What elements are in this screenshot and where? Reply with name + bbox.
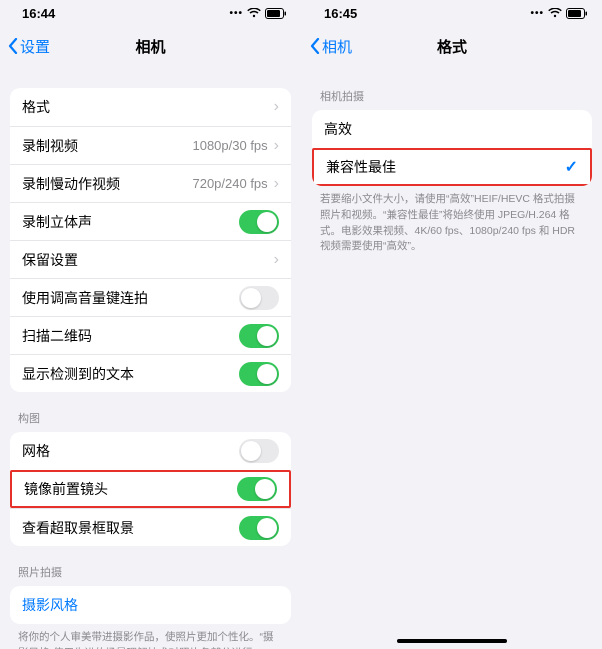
camera-settings-screen: 16:44 ••• 设置 相机 格式 › 录制视频 1080p/30 fps ›… <box>0 0 301 649</box>
option-most-compatible[interactable]: 兼容性最佳 ✓ <box>312 148 592 186</box>
row-view-outside-frame: 查看超取景框取景 <box>10 508 291 546</box>
row-label: 格式 <box>22 97 274 117</box>
chevron-right-icon: › <box>274 252 279 268</box>
settings-group-capture: 摄影风格 <box>10 586 291 624</box>
back-button[interactable]: 相机 <box>310 36 352 57</box>
row-record-video[interactable]: 录制视频 1080p/30 fps › <box>10 126 291 164</box>
format-options-group: 高效 兼容性最佳 ✓ <box>312 110 592 186</box>
row-label: 网格 <box>22 441 239 461</box>
row-scan-qr: 扫描二维码 <box>10 316 291 354</box>
row-label: 录制立体声 <box>22 212 239 232</box>
chevron-left-icon <box>310 38 320 54</box>
row-grid: 网格 <box>10 432 291 470</box>
row-label: 镜像前置镜头 <box>24 479 237 499</box>
row-label: 显示检测到的文本 <box>22 364 239 384</box>
row-label: 使用调高音量键连拍 <box>22 288 239 308</box>
status-bar: 16:45 ••• <box>302 0 602 26</box>
toggle-mirror-front[interactable] <box>237 477 277 501</box>
status-time: 16:45 <box>324 6 357 21</box>
section-header-capture: 照片拍摄 <box>10 546 291 584</box>
settings-group-1: 格式 › 录制视频 1080p/30 fps › 录制慢动作视频 720p/24… <box>10 88 291 392</box>
nav-bar: 设置 相机 <box>0 26 301 66</box>
toggle-stereo[interactable] <box>239 210 279 234</box>
back-label: 设置 <box>20 36 50 57</box>
toggle-detect-text[interactable] <box>239 362 279 386</box>
nav-bar: 相机 格式 <box>302 26 602 66</box>
back-label: 相机 <box>322 36 352 57</box>
cellular-icon: ••• <box>530 8 544 19</box>
row-value: 1080p/30 fps <box>192 138 267 153</box>
wifi-icon <box>548 8 562 18</box>
section-header-composition: 构图 <box>10 392 291 430</box>
row-stereo: 录制立体声 <box>10 202 291 240</box>
cellular-icon: ••• <box>229 8 243 19</box>
option-high-efficiency[interactable]: 高效 <box>312 110 592 148</box>
chevron-right-icon: › <box>274 99 279 115</box>
status-right: ••• <box>530 8 588 19</box>
row-label: 查看超取景框取景 <box>22 518 239 538</box>
status-bar: 16:44 ••• <box>0 0 301 26</box>
chevron-right-icon: › <box>274 138 279 154</box>
checkmark-icon: ✓ <box>565 157 578 177</box>
row-label: 录制视频 <box>22 136 192 156</box>
toggle-grid[interactable] <box>239 439 279 463</box>
toggle-scan-qr[interactable] <box>239 324 279 348</box>
battery-icon <box>265 8 287 19</box>
formats-screen: 16:45 ••• 相机 格式 相机拍摄 高效 兼容性最佳 ✓ 若要缩小文件大小… <box>301 0 602 649</box>
row-value: 720p/240 fps <box>192 176 267 191</box>
status-right: ••• <box>229 8 287 19</box>
row-preserve-settings[interactable]: 保留设置 › <box>10 240 291 278</box>
row-label: 保留设置 <box>22 250 274 270</box>
row-formats[interactable]: 格式 › <box>10 88 291 126</box>
battery-icon <box>566 8 588 19</box>
footer-text: 若要缩小文件大小，请使用“高效”HEIF/HEVC 格式拍摄照片和视频。“兼容性… <box>312 186 592 255</box>
row-record-slomo[interactable]: 录制慢动作视频 720p/240 fps › <box>10 164 291 202</box>
home-indicator[interactable] <box>397 639 507 643</box>
row-label: 扫描二维码 <box>22 326 239 346</box>
status-time: 16:44 <box>22 6 55 21</box>
row-detect-text: 显示检测到的文本 <box>10 354 291 392</box>
back-button[interactable]: 设置 <box>8 36 50 57</box>
row-mirror-front: 镜像前置镜头 <box>10 470 291 508</box>
wifi-icon <box>247 8 261 18</box>
toggle-volume-burst[interactable] <box>239 286 279 310</box>
row-label: 兼容性最佳 <box>326 157 565 177</box>
row-volume-burst: 使用调高音量键连拍 <box>10 278 291 316</box>
chevron-left-icon <box>8 38 18 54</box>
row-label: 录制慢动作视频 <box>22 174 192 194</box>
footer-text: 将你的个人审美带进摄影作品，使照片更加个性化。“摄影风格”使用先进的场景理解技术… <box>10 624 291 649</box>
row-label: 高效 <box>324 119 580 139</box>
chevron-right-icon: › <box>274 176 279 192</box>
settings-group-composition: 网格 镜像前置镜头 查看超取景框取景 <box>10 432 291 546</box>
toggle-view-outside[interactable] <box>239 516 279 540</box>
row-photo-styles[interactable]: 摄影风格 <box>10 586 291 624</box>
section-header-camera-capture: 相机拍摄 <box>312 66 592 108</box>
row-label: 摄影风格 <box>22 595 279 615</box>
